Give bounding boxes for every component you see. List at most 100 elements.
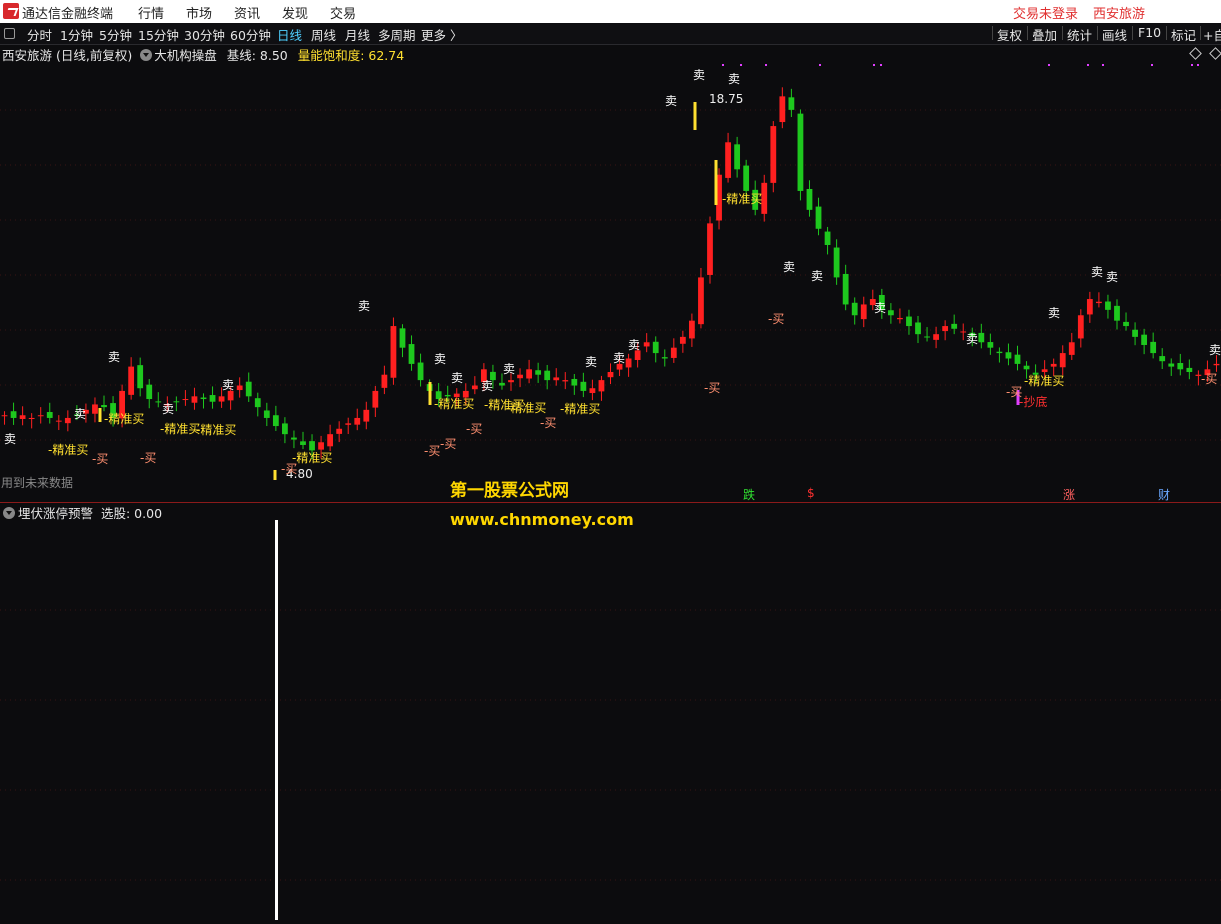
candle-body [173,401,180,403]
panel-toggle-icon[interactable] [4,28,15,39]
candle-body [915,322,921,335]
candle-body [408,344,415,364]
precise-buy-label: -精准买 [1024,374,1065,388]
period-tab-daily[interactable]: 日线 [277,25,302,44]
tool-custom[interactable]: +自 [1203,25,1221,44]
tool-f10[interactable]: F10 [1138,25,1161,40]
select-value: 选股: 0.00 [101,506,163,521]
marker-dot [1191,64,1193,66]
candle-body [146,384,153,400]
candle-body [1186,367,1193,373]
panel-divider [0,502,1221,503]
period-tab-15min[interactable]: 15分钟 [138,25,179,44]
marker-dot [1102,64,1104,66]
bottom-buy-label: -抄底 [1019,395,1048,409]
event-label-finance: 财 [1158,488,1171,502]
candle-body [1096,301,1102,304]
tool-adjust[interactable]: 复权 [997,25,1022,44]
sell-signal-label: 卖 [358,299,371,313]
candle-body [670,347,677,358]
toolbar-separator [1027,26,1028,40]
sell-signal-label: 卖 [481,379,494,393]
app-logo-icon [3,3,19,19]
candle-body [191,396,198,403]
sell-signal-label: 卖 [613,351,626,365]
candle-body [1086,299,1093,315]
period-tab-60min[interactable]: 60分钟 [230,25,271,44]
marker-dot [1087,64,1089,66]
candle-body [101,405,107,408]
period-tab-30min[interactable]: 30分钟 [184,25,225,44]
candle-body [1159,356,1166,362]
marker-dot [722,64,724,66]
tool-statistics[interactable]: 统计 [1067,25,1092,44]
period-tab-multi[interactable]: 多周期 [378,25,416,44]
candle-body [1150,341,1157,354]
menu-item-discover[interactable]: 发现 [282,3,308,22]
sub-indicator-menu-icon[interactable] [3,507,15,519]
sub-indicator-name[interactable]: 埋伏涨停预警 [18,506,93,521]
precise-buy-label: -精准买 [292,451,333,465]
stock-name-link[interactable]: 西安旅游 [1093,3,1145,22]
toolbar-separator [1132,26,1133,40]
tool-overlay[interactable]: 叠加 [1032,25,1057,44]
candle-body [1105,301,1111,310]
candle-body [372,390,379,408]
period-tab-more[interactable]: 更多 〉 [421,25,462,44]
candle-body [1,415,8,417]
candle-body [1050,363,1057,367]
candle-body [580,381,587,391]
candle-body [679,336,686,344]
precise-buy-label: -精准买 [722,192,763,206]
toolbar-separator [1166,26,1167,40]
sell-signal-label: 卖 [693,68,706,82]
buy-signal-label: -买 [704,381,721,395]
menu-item-market[interactable]: 市场 [186,3,212,22]
candle-body [598,380,605,392]
candle-body [562,380,569,382]
sell-signal-label: 卖 [108,350,121,364]
sell-signal-label: 卖 [1209,343,1221,357]
sell-signal-label: 卖 [162,402,175,416]
candle-body [987,342,994,348]
candle-body [788,97,795,110]
menu-item-news[interactable]: 资讯 [234,3,260,22]
marker-dot [1151,64,1153,66]
candle-body [571,378,578,386]
candle-body [707,223,713,275]
candle-body [1077,315,1084,339]
sell-signal-label: 卖 [1091,265,1104,279]
menu-item-quotes[interactable]: 行情 [138,3,164,22]
precise-buy-label: -精准买 [560,402,601,416]
top-marker-dots [722,64,1199,66]
buy-signal-label: -买 [1201,372,1218,386]
sub-indicator-chart[interactable] [0,520,1221,920]
menu-item-trade[interactable]: 交易 [330,3,356,22]
candle-body [643,342,650,347]
marker-dot [1197,64,1199,66]
period-tab-1min[interactable]: 1分钟 [60,25,93,44]
candle-body [64,417,71,424]
period-tab-timeshare[interactable]: 分时 [27,25,52,44]
candle-body [155,401,162,403]
candle-body [55,420,62,422]
toolbar-separator [1097,26,1098,40]
period-tab-5min[interactable]: 5分钟 [99,25,132,44]
candle-body [245,381,252,397]
tool-mark[interactable]: 标记 [1171,25,1196,44]
candle-body [734,144,741,170]
tool-draw-line[interactable]: 画线 [1102,25,1127,44]
candle-body [897,317,903,320]
candle-body [933,334,939,340]
trade-login-status[interactable]: 交易未登录 [1013,3,1078,22]
panel-option-icon[interactable] [1189,47,1202,60]
sell-signal-label: 卖 [434,352,447,366]
candle-body [1141,334,1148,345]
candle-body [842,273,849,305]
period-tab-monthly[interactable]: 月线 [345,25,370,44]
candle-body [19,415,26,419]
toolbar-separator [1200,26,1201,40]
panel-option-icon[interactable] [1209,47,1221,60]
period-tab-weekly[interactable]: 周线 [311,25,336,44]
candle-body [824,231,831,245]
